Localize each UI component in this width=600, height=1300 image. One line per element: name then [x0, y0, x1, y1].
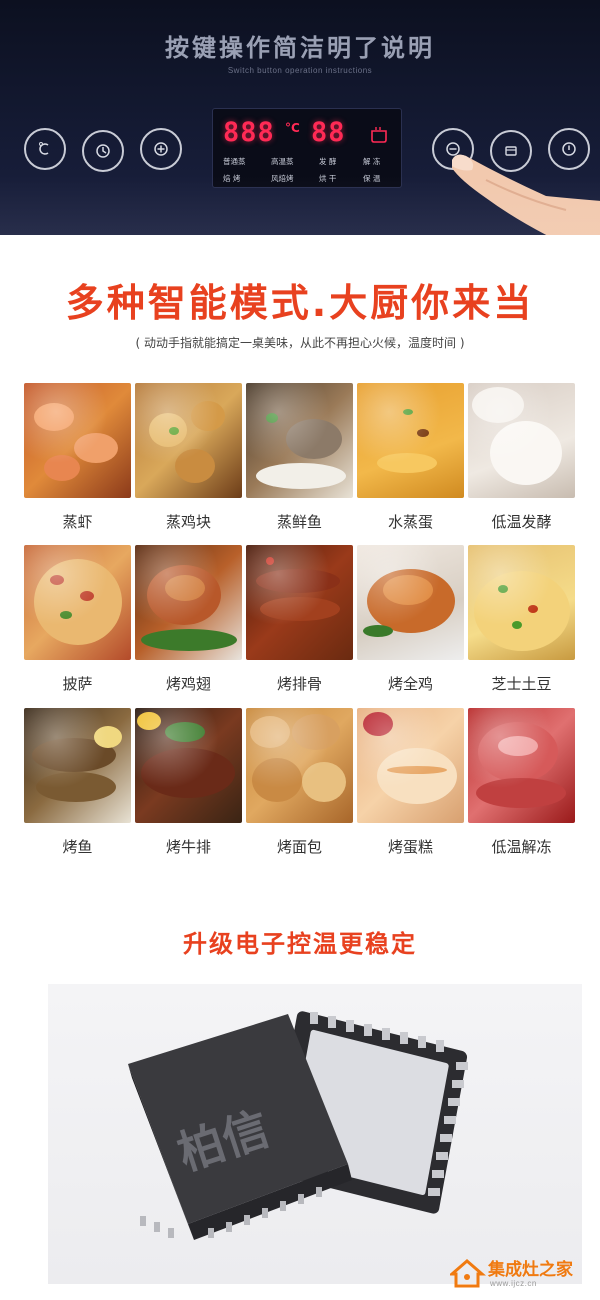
- food-item: 烤排骨: [246, 545, 353, 693]
- steamed-fish-image: [246, 383, 353, 498]
- food-label: 披萨: [62, 675, 93, 693]
- mode-label: 普通蒸: [223, 157, 246, 166]
- steamed-chicken-image: [135, 383, 242, 498]
- food-label: 蒸鸡块: [165, 513, 211, 531]
- panel-subtitle: Switch button operation instructions: [227, 66, 373, 75]
- food-item: 低温解冻: [468, 708, 575, 856]
- time-digits: 88: [311, 117, 346, 148]
- food-item: 水蒸蛋: [357, 383, 464, 531]
- temperature-icon: [24, 128, 66, 170]
- mode-label: 发 酵: [319, 157, 337, 166]
- food-label: 烤排骨: [276, 675, 322, 693]
- mode-label: 高温蒸: [271, 157, 294, 166]
- steamed-shrimp-image: [24, 383, 131, 498]
- food-label: 烤鸡翅: [165, 675, 211, 693]
- food-item: 烤鸡翅: [135, 545, 242, 693]
- steamed-egg-image: [357, 383, 464, 498]
- clock-icon: [82, 130, 124, 172]
- food-item: 烤面包: [246, 708, 353, 856]
- food-label: 蒸虾: [62, 513, 93, 531]
- finger-illustration: [452, 154, 600, 235]
- grilled-fish-image: [24, 708, 131, 823]
- food-item: 蒸虾: [24, 383, 131, 531]
- food-label: 蒸鲜鱼: [276, 513, 322, 531]
- modes-headline: 多种智能模式.大厨你来当: [65, 281, 535, 325]
- food-label: 烤蛋糕: [387, 838, 433, 856]
- steak-image: [135, 708, 242, 823]
- food-item: 蒸鲜鱼: [246, 383, 353, 531]
- roast-chicken-image: [357, 545, 464, 660]
- temperature-digits: 888: [223, 117, 275, 148]
- food-item: 披萨: [24, 545, 131, 693]
- control-panel-banner: 按键操作简洁明了说明 Switch button operation instr…: [0, 0, 600, 235]
- mode-label: 风焙烤: [271, 174, 294, 183]
- roast-ribs-image: [246, 545, 353, 660]
- food-item: 烤鱼: [24, 708, 131, 856]
- mode-label: 焙 烤: [223, 174, 241, 183]
- food-label: 烤全鸡: [387, 675, 433, 693]
- panel-title: 按键操作简洁明了说明: [165, 34, 435, 62]
- cake-image: [357, 708, 464, 823]
- modes-subline: ( 动动手指就能搞定一桌美味，从此不再担心火候，温度时间 ): [135, 336, 465, 350]
- food-item: 低温发酵: [468, 383, 575, 531]
- watermark-url: www.ijcz.cn: [490, 1279, 537, 1288]
- food-label: 低温发酵: [491, 513, 552, 531]
- food-label: 芝士土豆: [491, 675, 552, 693]
- food-item: 蒸鸡块: [135, 383, 242, 531]
- cheese-potato-image: [468, 545, 575, 660]
- food-item: 芝士土豆: [468, 545, 575, 693]
- food-label: 烤鱼: [62, 838, 93, 856]
- chip-section-title: 升级电子控温更稳定: [183, 930, 417, 958]
- watermark-name: 集成灶之家: [488, 1260, 573, 1280]
- food-label: 水蒸蛋: [387, 513, 433, 531]
- pot-icon: [371, 127, 387, 143]
- bread-image: [246, 708, 353, 823]
- pizza-image: [24, 545, 131, 660]
- temperature-unit: °C: [285, 121, 300, 135]
- roast-wings-image: [135, 545, 242, 660]
- mode-label: 保 温: [363, 174, 381, 183]
- mode-label: 烘 干: [319, 174, 337, 183]
- mode-label: 解 冻: [363, 157, 381, 166]
- food-label: 烤面包: [276, 838, 322, 856]
- dough-fermentation-image: [468, 383, 575, 498]
- food-label: 烤牛排: [165, 838, 211, 856]
- food-label: 低温解冻: [491, 838, 552, 856]
- food-item: 烤蛋糕: [357, 708, 464, 856]
- food-item: 烤全鸡: [357, 545, 464, 693]
- food-item: 烤牛排: [135, 708, 242, 856]
- thaw-meat-image: [468, 708, 575, 823]
- plus-icon: [140, 128, 182, 170]
- chip-illustration: 柏信: [48, 984, 582, 1284]
- led-display: 888 °C 88 普通蒸 高温蒸 发 酵 解 冻 焙 烤 风焙烤 烘 干 保 …: [212, 108, 402, 188]
